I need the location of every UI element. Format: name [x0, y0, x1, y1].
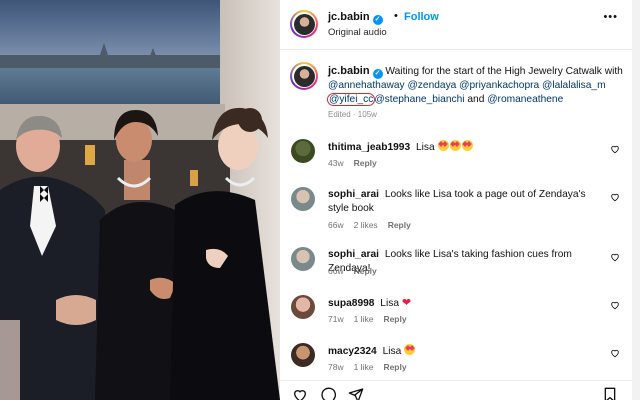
heart-icon[interactable] — [610, 144, 620, 154]
caption-body: Waiting for the start of the High Jewelr… — [385, 66, 623, 77]
heart-icon[interactable] — [610, 192, 620, 202]
mention-link[interactable]: @annehathaway — [328, 80, 405, 91]
heart-eyes-emoji-icon — [461, 140, 473, 151]
bookmark-icon[interactable] — [602, 387, 618, 400]
comment-meta: 78w 1 like Reply — [328, 362, 417, 372]
mention-link[interactable]: @priyankachopra — [459, 80, 539, 91]
reply-button[interactable]: Reply — [354, 158, 377, 168]
comment-icon[interactable] — [320, 387, 336, 400]
commenter-avatar[interactable] — [291, 139, 315, 163]
edited-label: Edited — [328, 110, 351, 119]
comment-likes[interactable]: 2 likes — [354, 220, 378, 230]
comment-age[interactable]: 71w — [328, 314, 344, 324]
comment-age[interactable]: 66w — [328, 266, 344, 276]
audio-label[interactable]: Original audio — [328, 27, 387, 38]
commenter-username[interactable]: sophi_arai — [328, 189, 379, 200]
author-avatar[interactable] — [290, 10, 318, 38]
scrollbar-track[interactable] — [632, 0, 640, 400]
mention-link[interactable]: @lalalalisa_m — [542, 80, 606, 91]
mention-link-highlighted[interactable]: @yifei_cc — [326, 92, 376, 106]
commenter-username[interactable]: thitima_jeab1993 — [328, 142, 410, 153]
caption-text: jc.babin ✓ Waiting for the start of the H… — [326, 65, 628, 106]
follow-button[interactable]: Follow — [404, 11, 439, 23]
reply-button[interactable]: Reply — [354, 266, 377, 276]
comment-text: Lisa — [380, 298, 399, 309]
post-photo — [0, 0, 280, 400]
comment-item: supa8998 Lisa ❤ 71w 1 like Reply — [280, 292, 632, 330]
commenter-avatar[interactable] — [291, 247, 315, 271]
red-heart-emoji: ❤ — [401, 297, 412, 309]
commenter-username[interactable]: macy2324 — [328, 346, 377, 357]
heart-eyes-emoji-icon — [404, 344, 416, 355]
comment-body: supa8998 Lisa ❤ — [328, 296, 608, 311]
mention-link[interactable]: @romaneathene — [487, 94, 563, 105]
commenter-avatar[interactable] — [291, 343, 315, 367]
commenter-avatar[interactable] — [291, 187, 315, 211]
separator-dot: • — [394, 10, 398, 22]
verified-badge-icon: ✓ — [372, 15, 383, 25]
caption-avatar[interactable] — [290, 62, 318, 90]
caption-meta: Edited · 105w — [328, 110, 377, 119]
commenter-username[interactable]: supa8998 — [328, 298, 374, 309]
share-icon[interactable] — [348, 387, 364, 400]
comment-item: thitima_jeab1993 Lisa 43w Reply — [280, 136, 632, 174]
comment-text: Lisa — [415, 142, 435, 153]
comment-age[interactable]: 43w — [328, 158, 344, 168]
post-caption: jc.babin ✓ Waiting for the start of the H… — [280, 58, 632, 128]
post-panel: jc.babin ✓ • Follow Original audio ••• jc… — [280, 0, 640, 400]
comment-meta: 43w Reply — [328, 158, 387, 168]
heart-icon[interactable] — [610, 300, 620, 310]
comment-body: sophi_arai Looks like Lisa took a page o… — [328, 188, 608, 216]
more-icon[interactable]: ••• — [603, 11, 618, 23]
comment-age[interactable]: 66w — [328, 220, 344, 230]
heart-eyes-emoji-icon — [449, 140, 461, 151]
post-header: jc.babin ✓ • Follow Original audio ••• — [280, 0, 632, 50]
verified-badge-icon: ✓ — [372, 69, 383, 79]
comment-age[interactable]: 78w — [328, 362, 344, 372]
post-media[interactable] — [0, 0, 280, 400]
author-username[interactable]: jc.babin ✓ — [328, 11, 383, 25]
comment-item: macy2324 Lisa 78w 1 like Reply — [280, 340, 632, 378]
reply-button[interactable]: Reply — [383, 362, 406, 372]
reply-button[interactable]: Reply — [383, 314, 406, 324]
comment-likes[interactable]: 1 like — [354, 314, 374, 324]
commenter-avatar[interactable] — [291, 295, 315, 319]
comment-body: thitima_jeab1993 Lisa — [328, 140, 608, 155]
comment-likes[interactable]: 1 like — [354, 362, 374, 372]
comment-item: sophi_arai Looks like Lisa's taking fash… — [280, 244, 632, 282]
heart-icon[interactable] — [610, 348, 620, 358]
comment-item: sophi_arai Looks like Lisa took a page o… — [280, 184, 632, 234]
mention-link[interactable]: @zendaya — [407, 80, 456, 91]
comment-meta: 66w Reply — [328, 266, 387, 276]
caption-age[interactable]: 105w — [358, 110, 377, 119]
comment-meta: 71w 1 like Reply — [328, 314, 417, 324]
caption-and: and — [467, 93, 485, 105]
comment-body: macy2324 Lisa — [328, 344, 608, 359]
mention-link[interactable]: @stephane_bianchi — [374, 94, 464, 105]
comment-text: Lisa — [382, 346, 402, 357]
commenter-username[interactable]: sophi_arai — [328, 249, 379, 260]
caption-username[interactable]: jc.babin ✓ — [328, 65, 383, 79]
heart-icon[interactable] — [610, 252, 620, 262]
heart-eyes-emoji-icon — [437, 140, 449, 151]
comment-meta: 66w 2 likes Reply — [328, 220, 421, 230]
like-heart-icon[interactable] — [292, 387, 308, 400]
action-bar — [280, 380, 632, 400]
reply-button[interactable]: Reply — [388, 220, 411, 230]
